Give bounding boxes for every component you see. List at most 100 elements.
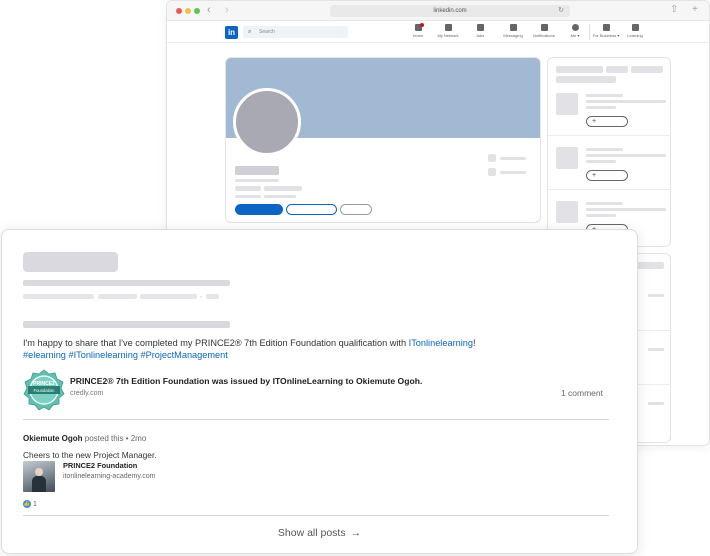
close-window-button[interactable] bbox=[176, 8, 182, 14]
skeleton-line bbox=[23, 321, 230, 328]
share-icon[interactable]: ⇧ bbox=[670, 4, 678, 15]
link-title[interactable]: PRINCE2 Foundation bbox=[63, 461, 137, 470]
skeleton-line bbox=[206, 294, 219, 299]
briefcase-icon bbox=[476, 24, 484, 31]
post-body: I'm happy to share that I've completed m… bbox=[23, 337, 623, 349]
hashtags-link[interactable]: #elearning #ITonlinelearning #ProjectMan… bbox=[23, 350, 228, 360]
search-placeholder: Search bbox=[259, 29, 275, 35]
skeleton-line bbox=[648, 348, 664, 351]
skeleton-line bbox=[500, 157, 526, 160]
nav-label: Me ▾ bbox=[570, 33, 580, 38]
linkedin-navbar: in ⌕ Search Home My Network Jobs Messagi… bbox=[167, 21, 709, 43]
comment-author[interactable]: Okiemute Ogoh bbox=[23, 434, 83, 443]
grid-icon bbox=[602, 24, 610, 31]
link-thumbnail[interactable] bbox=[23, 461, 55, 492]
stage: ‹ › linkedin.com ↻ ⇧ + in ⌕ Search Home … bbox=[0, 0, 710, 556]
minimize-window-button[interactable] bbox=[185, 8, 191, 14]
zoom-window-button[interactable] bbox=[194, 8, 200, 14]
post-text-end: ! bbox=[473, 338, 476, 348]
profile-card bbox=[225, 57, 541, 223]
show-all-label: Show all posts bbox=[277, 527, 346, 539]
skeleton-avatar bbox=[556, 147, 578, 169]
skeleton-line bbox=[264, 186, 302, 191]
link-source: itonlinelearning-academy.com bbox=[63, 473, 156, 480]
skeleton-line bbox=[631, 66, 663, 73]
nav-divider bbox=[589, 24, 590, 40]
browser-toolbar: ‹ › linkedin.com ↻ ⇧ + bbox=[167, 1, 709, 21]
linkedin-logo[interactable]: in bbox=[225, 26, 238, 39]
badge-line: Foundation bbox=[34, 388, 56, 393]
profile-avatar bbox=[233, 88, 301, 156]
skeleton-line bbox=[586, 208, 666, 211]
forward-arrow-icon[interactable]: › bbox=[225, 4, 229, 16]
like-icon: 👍 bbox=[23, 500, 31, 508]
url-text: linkedin.com bbox=[433, 8, 467, 14]
nav-label: Jobs bbox=[475, 33, 485, 38]
nav-jobs[interactable]: Jobs bbox=[465, 24, 495, 38]
nav-home[interactable]: Home bbox=[403, 23, 433, 38]
skeleton-icon bbox=[488, 168, 496, 176]
nav-learning[interactable]: Learning bbox=[620, 24, 650, 38]
nav-my-network[interactable]: My Network bbox=[433, 24, 463, 38]
mention-link[interactable]: ITonlinelearning bbox=[409, 338, 473, 348]
credential-badge-icon[interactable]: PRINCE2 Foundation bbox=[23, 369, 65, 411]
new-tab-icon[interactable]: + bbox=[692, 4, 698, 15]
like-count: 1 bbox=[33, 500, 37, 508]
search-input[interactable]: ⌕ Search bbox=[243, 26, 348, 38]
skeleton-line bbox=[586, 106, 616, 109]
nav-notifications[interactable]: Notifications bbox=[529, 24, 559, 38]
skeleton-line bbox=[235, 166, 279, 175]
avatar bbox=[571, 24, 579, 31]
person-body bbox=[32, 476, 46, 492]
skeleton-line bbox=[556, 76, 616, 83]
nav-label: Messaging bbox=[503, 33, 523, 38]
follow-button[interactable]: + bbox=[586, 170, 628, 181]
nav-label: My Network bbox=[437, 33, 459, 38]
skeleton-line bbox=[586, 214, 616, 217]
skeleton-line bbox=[235, 186, 261, 191]
skeleton-line bbox=[23, 294, 94, 299]
badge-brand: PRINCE2 bbox=[33, 381, 55, 387]
show-all-posts-button[interactable]: Show all posts → bbox=[2, 527, 637, 539]
post-card: I'm happy to share that I've completed m… bbox=[1, 229, 638, 554]
address-bar[interactable]: linkedin.com ↻ bbox=[330, 5, 570, 17]
reactions[interactable]: 👍 1 bbox=[23, 500, 37, 508]
reload-icon[interactable]: ↻ bbox=[558, 5, 564, 17]
learning-icon bbox=[631, 24, 639, 31]
follow-button[interactable]: + bbox=[586, 116, 628, 127]
comment-text: Cheers to the new Project Manager. bbox=[23, 450, 157, 460]
skeleton-line bbox=[556, 66, 603, 73]
divider bbox=[548, 135, 670, 136]
divider bbox=[548, 189, 670, 190]
person-head bbox=[35, 468, 43, 476]
skeleton-line bbox=[235, 195, 261, 198]
skeleton-icon bbox=[488, 154, 496, 162]
skeleton-line bbox=[586, 148, 623, 151]
skeleton-avatar bbox=[556, 93, 578, 115]
nav-for-business[interactable]: For Business ▾ bbox=[591, 24, 621, 38]
network-icon bbox=[444, 24, 452, 31]
comment-count-link[interactable]: 1 comment bbox=[561, 388, 603, 398]
nav-label: Notifications bbox=[533, 33, 555, 38]
open-to-button[interactable] bbox=[235, 204, 283, 215]
skeleton-line bbox=[648, 294, 664, 297]
more-button[interactable] bbox=[340, 204, 372, 215]
skeleton-line bbox=[586, 160, 616, 163]
skeleton-line bbox=[264, 195, 296, 198]
add-section-button[interactable] bbox=[286, 204, 337, 215]
back-arrow-icon[interactable]: ‹ bbox=[207, 4, 211, 16]
search-icon: ⌕ bbox=[248, 29, 252, 35]
nav-label: For Business ▾ bbox=[592, 33, 620, 38]
message-icon bbox=[509, 24, 517, 31]
nav-me[interactable]: Me ▾ bbox=[560, 24, 590, 38]
comment-meta: posted this • 2mo bbox=[82, 434, 147, 443]
arrow-right-icon: → bbox=[350, 527, 362, 539]
notification-dot bbox=[420, 23, 424, 27]
skeleton-header bbox=[23, 252, 118, 272]
credential-title[interactable]: PRINCE2® 7th Edition Foundation was issu… bbox=[70, 376, 422, 386]
nav-label: Home bbox=[412, 33, 424, 38]
skeleton-dot bbox=[200, 296, 202, 298]
comment-header: Okiemute Ogoh posted this • 2mo bbox=[23, 434, 146, 443]
nav-messaging[interactable]: Messaging bbox=[498, 24, 528, 38]
skeleton-line bbox=[586, 154, 666, 157]
